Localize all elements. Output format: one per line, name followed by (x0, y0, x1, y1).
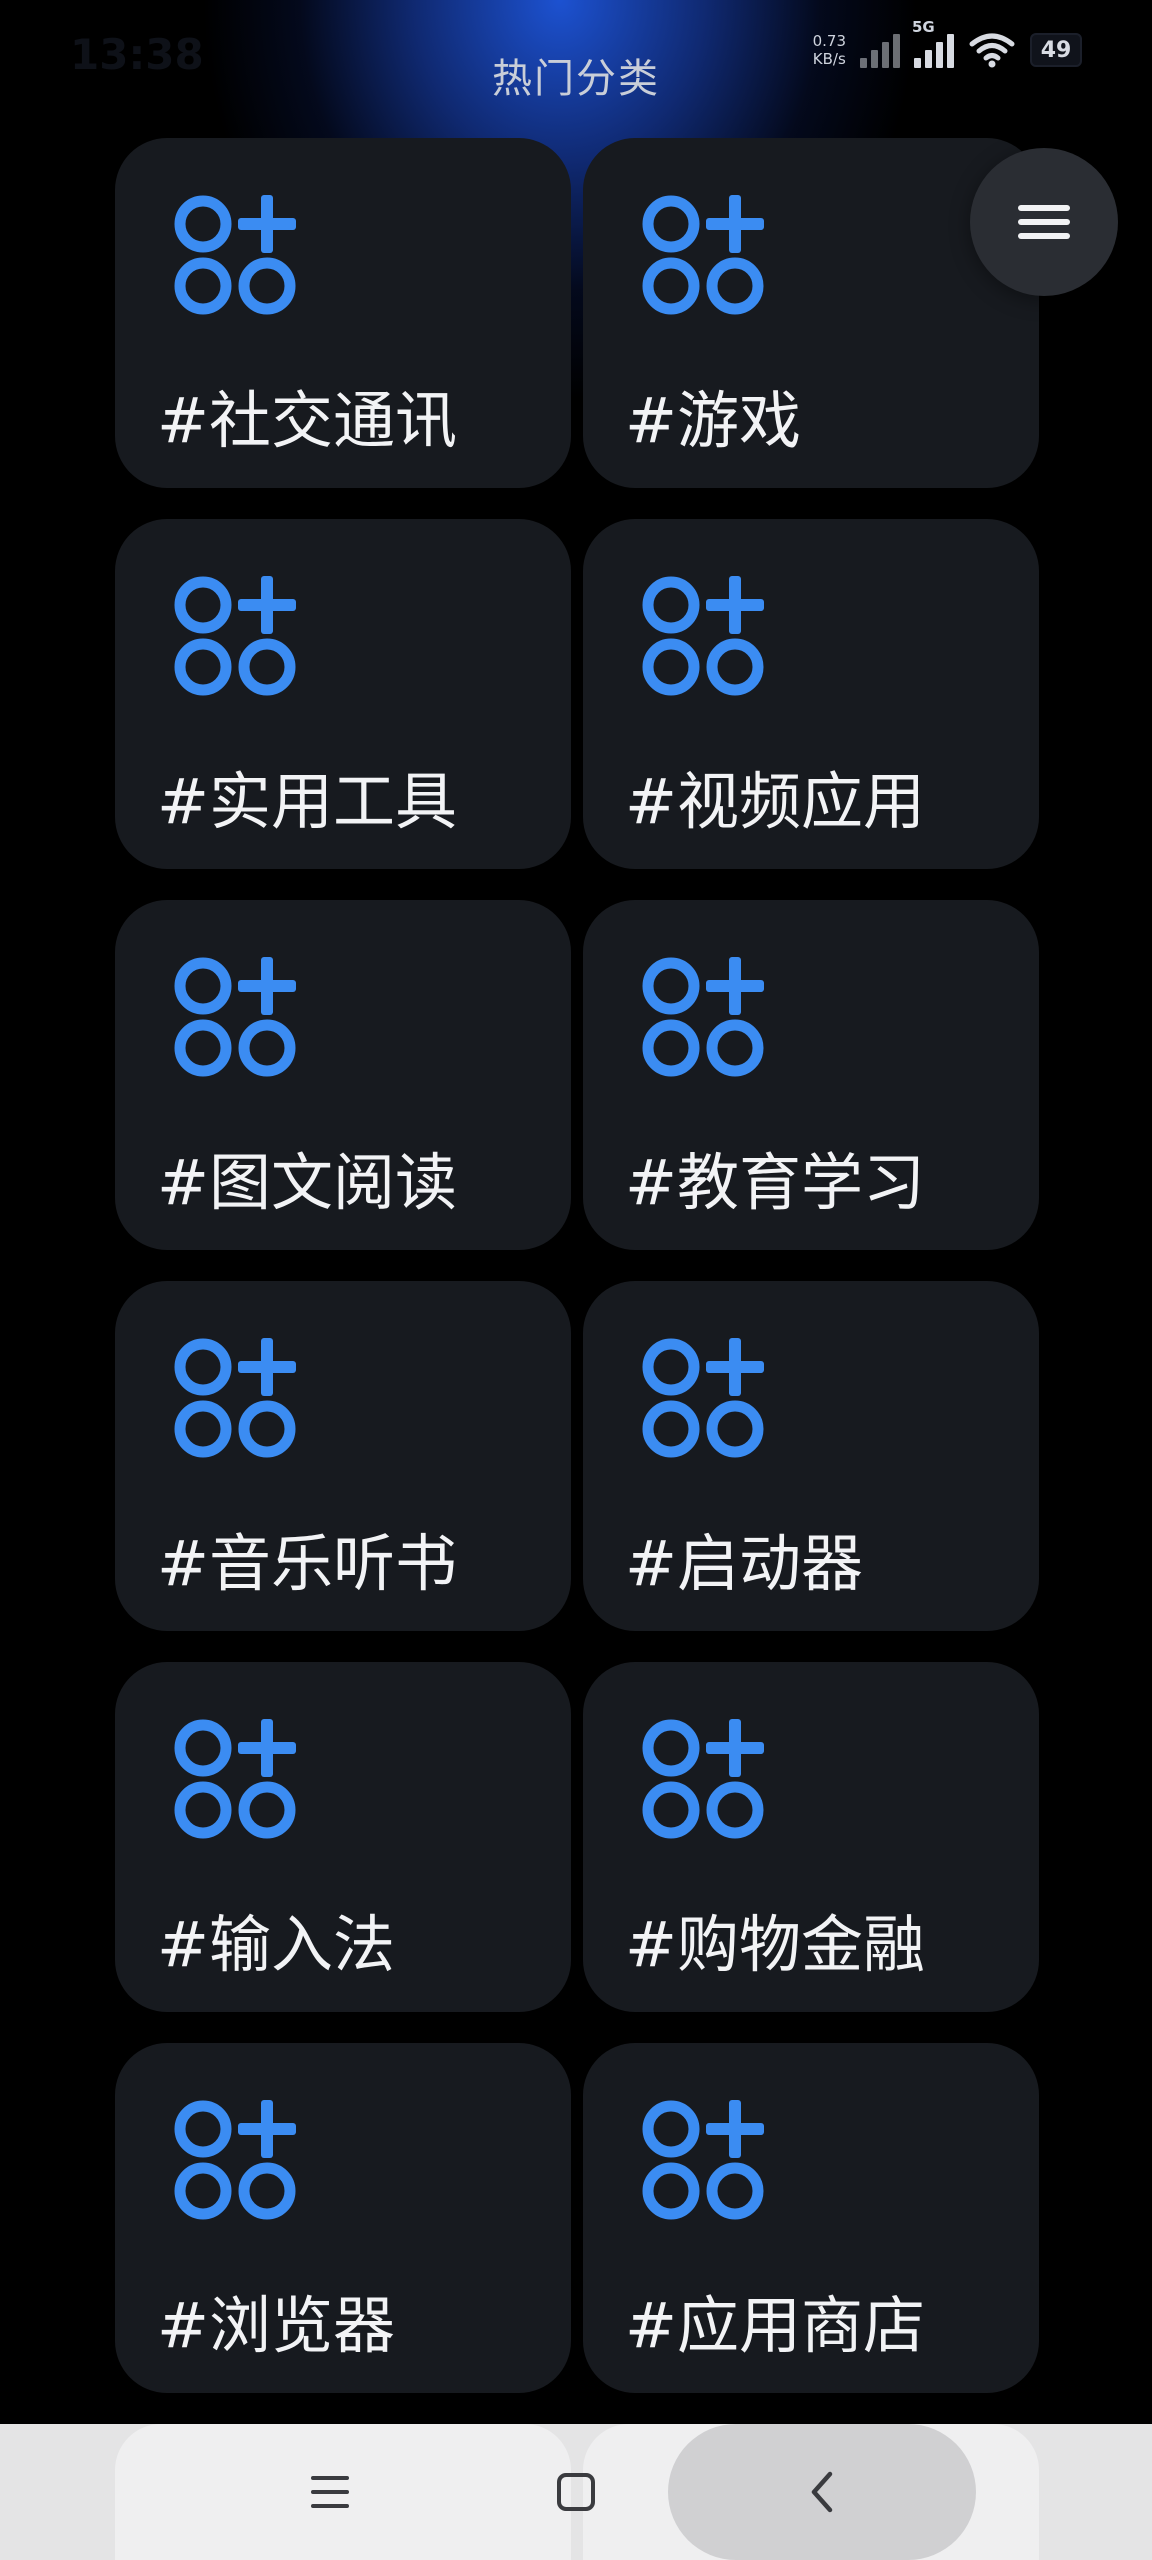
apps-plus-icon (174, 957, 296, 1077)
apps-plus-icon (174, 1719, 296, 1839)
category-card[interactable]: #启动器 (583, 1281, 1039, 1631)
category-label: #启动器 (625, 1527, 863, 1600)
apps-plus-icon (174, 1338, 296, 1458)
category-card[interactable]: #购物金融 (583, 1662, 1039, 2012)
nav-recents-button[interactable] (270, 2424, 390, 2560)
network-type-label: 5G (912, 18, 935, 36)
apps-plus-icon (642, 576, 764, 696)
apps-plus-icon (642, 195, 764, 315)
menu-button[interactable] (970, 148, 1118, 296)
category-label: #视频应用 (625, 765, 925, 838)
category-label: #教育学习 (625, 1146, 925, 1219)
square-home-icon (557, 2473, 595, 2511)
category-card[interactable]: #教育学习 (583, 900, 1039, 1250)
category-label: #游戏 (625, 384, 801, 457)
category-label: #图文阅读 (157, 1146, 457, 1219)
category-card[interactable]: #输入法 (115, 1662, 571, 2012)
category-card[interactable]: #图文阅读 (115, 900, 571, 1250)
category-card[interactable]: #视频应用 (583, 519, 1039, 869)
category-label: #音乐听书 (157, 1527, 457, 1600)
apps-plus-icon (642, 1338, 764, 1458)
category-card[interactable]: #应用商店 (583, 2043, 1039, 2393)
screen: 13:38 0.73 KB/s 5G 49 热门分类 #社交通讯 #游戏 #实用… (0, 0, 1152, 2560)
category-label: #应用商店 (625, 2289, 925, 2362)
category-card[interactable]: #游戏 (583, 138, 1039, 488)
category-label: #输入法 (157, 1908, 395, 1981)
hamburger-menu-icon (1018, 197, 1070, 247)
category-label: #浏览器 (157, 2289, 395, 2362)
apps-plus-icon (174, 576, 296, 696)
category-label: #社交通讯 (157, 384, 457, 457)
category-label: #实用工具 (157, 765, 457, 838)
apps-plus-icon (174, 2100, 296, 2220)
category-card[interactable]: #实用工具 (115, 519, 571, 869)
apps-plus-icon (642, 2100, 764, 2220)
apps-plus-icon (642, 957, 764, 1077)
category-card[interactable]: #社交通讯 (115, 138, 571, 488)
chevron-left-icon (811, 2471, 833, 2513)
apps-plus-icon (642, 1719, 764, 1839)
nav-back-button[interactable] (762, 2424, 882, 2560)
category-card[interactable]: #音乐听书 (115, 1281, 571, 1631)
apps-plus-icon (174, 195, 296, 315)
nav-home-button[interactable] (516, 2424, 636, 2560)
category-card[interactable]: #浏览器 (115, 2043, 571, 2393)
category-label: #购物金融 (625, 1908, 925, 1981)
menu-lines-icon (311, 2476, 349, 2508)
page-title: 热门分类 (492, 56, 660, 102)
